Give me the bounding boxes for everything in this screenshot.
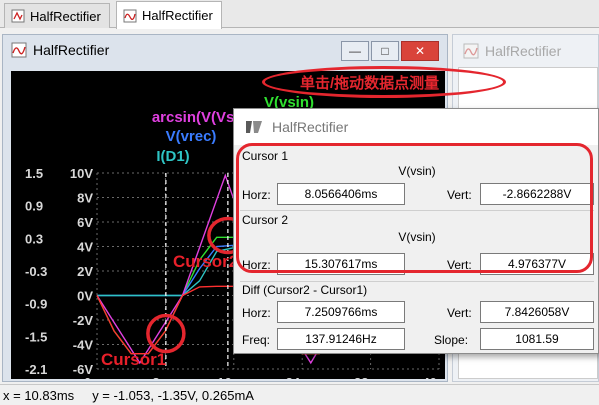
schematic-icon — [11, 9, 25, 23]
status-x: x = 10.83ms — [3, 387, 75, 403]
status-bar: x = 10.83ms y = -1.053, -1.35V, 0.265mA — [0, 384, 599, 405]
y-right-tick-label: 0V — [77, 289, 93, 304]
y-right-tick-label: 8V — [77, 191, 93, 206]
y-right-tick-label: 4V — [77, 240, 93, 255]
cursor1-annotation: Cursor1 — [101, 350, 166, 369]
y-left-tick-label: -0.3 — [25, 264, 47, 279]
tab-halfrectifier-schematic[interactable]: HalfRectifier — [4, 3, 110, 28]
y-right-tick-label: 10V — [70, 166, 93, 181]
x-tick-label: 8ms — [152, 375, 178, 379]
x-tick-label: 24ms — [286, 375, 319, 379]
dialog-titlebar[interactable]: HalfRectifier — [234, 109, 598, 145]
y-left-tick-label: -0.9 — [25, 297, 47, 312]
y-left-tick-label: -2.1 — [25, 362, 47, 377]
plot-window-title: HalfRectifier — [33, 42, 110, 58]
minimize-button[interactable]: — — [341, 41, 369, 61]
waveform-icon — [11, 42, 27, 58]
diff-horz-field[interactable]: 7.2509766ms — [277, 301, 405, 323]
y-left-tick-label: 1.5 — [25, 166, 43, 181]
dialog-title: HalfRectifier — [272, 119, 349, 135]
diff-vert-field[interactable]: 7.8426058V — [480, 301, 594, 323]
x-tick-label: 40ms — [422, 375, 445, 379]
x-tick-label: 16ms — [217, 375, 250, 379]
ltspice-icon — [246, 121, 262, 133]
maximize-button[interactable]: □ — [371, 41, 399, 61]
diff-horz-label: Horz: — [242, 306, 271, 320]
tab-label: HalfRectifier — [142, 8, 213, 23]
status-y: y = -1.053, -1.35V, 0.265mA — [92, 387, 254, 403]
background-window-title: HalfRectifier — [485, 43, 562, 59]
y-left-tick-label: 0.3 — [25, 231, 43, 246]
waveform-icon — [123, 9, 137, 22]
y-right-tick-label: -2V — [73, 313, 94, 328]
cursor-values-highlight — [236, 143, 593, 273]
legend-entry: I(D1) — [156, 148, 189, 165]
tab-bar: HalfRectifier HalfRectifier — [0, 0, 599, 29]
diff-vert-label: Vert: — [447, 306, 472, 320]
tab-halfrectifier-waveform[interactable]: HalfRectifier — [116, 1, 222, 29]
x-tick-label: 32ms — [354, 375, 387, 379]
legend-entry: V(vrec) — [166, 128, 217, 145]
y-right-tick-label: -4V — [73, 338, 94, 353]
diff-freq-label: Freq: — [242, 333, 271, 347]
diff-section-label: Diff (Cursor2 - Cursor1) — [242, 283, 368, 297]
diff-slope-field[interactable]: 1081.59 — [480, 328, 594, 350]
cursor2-annotation: Cursor2 — [173, 252, 238, 271]
diff-freq-field[interactable]: 137.91246Hz — [277, 328, 405, 350]
y-right-tick-label: 6V — [77, 215, 93, 230]
y-left-tick-label: 0.9 — [25, 199, 43, 214]
y-right-tick-label: -6V — [73, 362, 94, 377]
diff-slope-label: Slope: — [434, 333, 469, 347]
waveform-icon — [463, 43, 479, 59]
y-right-tick-label: 2V — [77, 264, 93, 279]
hint-annotation: 单击/拖动数据点测量 — [300, 75, 440, 92]
y-left-tick-label: -1.5 — [25, 329, 47, 344]
tab-label: HalfRectifier — [30, 8, 101, 24]
close-button[interactable]: ✕ — [401, 41, 439, 61]
